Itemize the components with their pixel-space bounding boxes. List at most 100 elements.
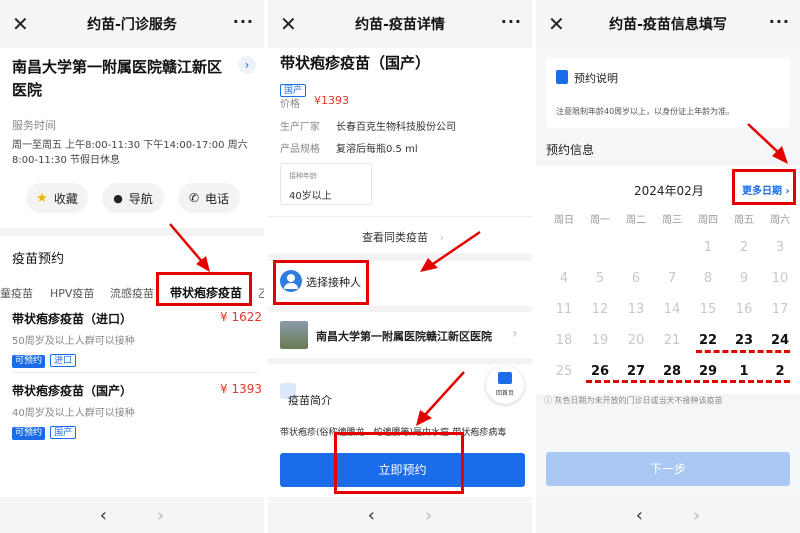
forward-icon[interactable]: ›: [693, 505, 700, 526]
age-label: 接种年龄: [289, 172, 317, 180]
close-icon[interactable]: ✕: [548, 12, 565, 36]
screenshot-collage: ✕ 约苗-门诊服务 ··· 南昌大学第一附属医院赣江新区医院 › 服务时间 周一…: [0, 0, 800, 533]
calendar-day-available[interactable]: 2: [762, 364, 798, 379]
vaccine-title: 带状疱疹疫苗（国产）: [280, 54, 431, 72]
calendar-day-available[interactable]: 29: [690, 364, 726, 379]
calendar-day-available[interactable]: 28: [654, 364, 690, 379]
vaccine-tags-domestic: 可预约 国产: [12, 420, 77, 440]
forward-icon[interactable]: ›: [425, 505, 432, 526]
vaccine-tags-imported: 可预约 进口: [12, 348, 77, 368]
weekday-header: 周三: [662, 215, 682, 226]
calendar-day-disabled: 19: [591, 333, 609, 348]
notice-text: 注意限制年龄40周岁以上，以身份证上年龄为准。: [556, 107, 735, 116]
hospital-thumbnail: [280, 321, 308, 349]
navigate-button[interactable]: ● 导航: [102, 183, 164, 213]
location-pin-icon: ●: [113, 191, 123, 205]
hospital-name: 南昌大学第一附属医院赣江新区医院: [12, 58, 223, 99]
annotation-box-book-button: [334, 432, 464, 494]
top-bar: ✕ 约苗-门诊服务 ···: [0, 0, 264, 48]
calendar-day-disabled: 14: [663, 302, 681, 317]
phone-icon: ✆: [188, 191, 200, 205]
section-divider: [268, 358, 532, 364]
calendar-day-disabled: 17: [771, 302, 789, 317]
annotation-dashed-underline: [586, 380, 790, 383]
bottom-nav: ‹ ›: [536, 497, 800, 533]
page-title: 约苗-疫苗信息填写: [609, 17, 727, 33]
home-button[interactable]: 回首页: [486, 366, 524, 404]
more-icon[interactable]: ···: [501, 12, 522, 31]
annotation-arrow: [747, 123, 788, 164]
back-icon[interactable]: ‹: [100, 505, 107, 526]
calendar-day-available[interactable]: 22: [690, 333, 726, 348]
price-label: 价格: [280, 99, 300, 110]
tab-flu[interactable]: 流感疫苗: [110, 285, 154, 301]
annotation-arrow: [169, 223, 210, 272]
calendar-day-disabled: 9: [739, 271, 749, 286]
hospital-name[interactable]: 南昌大学第一附属医院赣江新区医院: [316, 328, 492, 344]
page-title: 约苗-疫苗详情: [355, 17, 445, 33]
document-icon: [556, 70, 568, 84]
annotation-dashed-underline: [696, 350, 790, 353]
calendar-day-disabled: 20: [627, 333, 645, 348]
calendar-day-disabled: 4: [559, 271, 569, 286]
calendar-day-disabled: 1: [703, 240, 713, 255]
page-title: 约苗-门诊服务: [87, 17, 177, 33]
origin-badge: 进口: [50, 354, 77, 367]
weekday-header: 周日: [554, 215, 574, 226]
close-icon[interactable]: ✕: [280, 12, 297, 36]
section-divider: [0, 228, 264, 236]
weekday-header: 周五: [734, 215, 754, 226]
forward-icon[interactable]: ›: [157, 505, 164, 526]
weekday-header: 周二: [626, 215, 646, 226]
calendar-day-disabled: 2: [739, 240, 749, 255]
calendar-day-disabled: 11: [555, 302, 573, 317]
intro-title: 疫苗简介: [288, 394, 332, 407]
calendar-day-available[interactable]: 23: [726, 333, 762, 348]
section-divider: [268, 306, 532, 312]
booking-info-title: 预约信息: [546, 143, 595, 157]
calendar-day-disabled: 13: [627, 302, 645, 317]
calendar-day-available[interactable]: 26: [582, 364, 618, 379]
vaccine-price-imported: ¥ 1622: [220, 310, 262, 324]
tab-children[interactable]: 童疫苗: [0, 285, 33, 301]
chevron-right-icon: ›: [512, 326, 518, 342]
spec-value: 复溶后每瓶0.5 ml: [336, 144, 418, 155]
next-button[interactable]: 下一步: [546, 452, 790, 486]
weekday-header: 周六: [770, 215, 790, 226]
calendar-day-available[interactable]: 1: [726, 364, 762, 379]
panel-clinic-service: ✕ 约苗-门诊服务 ··· 南昌大学第一附属医院赣江新区医院 › 服务时间 周一…: [0, 0, 264, 533]
phone-button[interactable]: ✆ 电话: [178, 183, 240, 213]
vaccine-desc-imported: 50周岁及以上人群可以接种: [12, 336, 135, 347]
hospital-arrow-icon[interactable]: ›: [238, 56, 256, 74]
calendar-day-disabled: 16: [735, 302, 753, 317]
favorite-button[interactable]: ★ 收藏: [26, 183, 88, 213]
calendar-day-disabled: 12: [591, 302, 609, 317]
weekday-header: 周一: [590, 215, 610, 226]
back-icon[interactable]: ‹: [636, 505, 643, 526]
close-icon[interactable]: ✕: [12, 12, 29, 36]
annotation-arrow: [416, 371, 465, 426]
vaccine-name-domestic[interactable]: 带状疱疹疫苗（国产）: [12, 382, 132, 399]
favorite-label: 收藏: [53, 191, 78, 206]
calendar-legend: ⓘ 灰色日期为未开放的门诊日或当天不接种该疫苗: [544, 395, 723, 406]
calendar-day-available[interactable]: 27: [618, 364, 654, 379]
navigate-label: 导航: [128, 191, 153, 206]
top-bar: ✕ 约苗-疫苗信息填写 ···: [536, 0, 800, 48]
more-icon[interactable]: ···: [233, 12, 254, 31]
tab-more[interactable]: 乙: [258, 285, 264, 301]
panel-info-form: ✕ 约苗-疫苗信息填写 ··· 预约说明 注意限制年龄40周岁以上，以身份证上年…: [536, 0, 800, 533]
calendar-day-available[interactable]: 24: [762, 333, 798, 348]
list-divider: [12, 372, 258, 373]
calendar-day-disabled: 10: [771, 271, 789, 286]
calendar-day-disabled: 7: [667, 271, 677, 286]
vaccine-desc-domestic: 40周岁及以上人群可以接种: [12, 408, 135, 419]
more-icon[interactable]: ···: [769, 12, 790, 31]
origin-badge: 国产: [50, 426, 77, 439]
calendar-day-disabled: 21: [663, 333, 681, 348]
calendar-day-disabled: 3: [775, 240, 785, 255]
vaccine-name-imported[interactable]: 带状疱疹疫苗（进口）: [12, 310, 132, 327]
panel-vaccine-detail: ✕ 约苗-疫苗详情 ··· 带状疱疹疫苗（国产） 国产 价格 ¥1393 生产厂…: [268, 0, 532, 533]
tab-hpv[interactable]: HPV疫苗: [50, 285, 94, 301]
back-icon[interactable]: ‹: [368, 505, 375, 526]
service-time: 周一至周五 上午8:00-11:30 下午14:00-17:00 周六8:00-…: [12, 140, 248, 166]
